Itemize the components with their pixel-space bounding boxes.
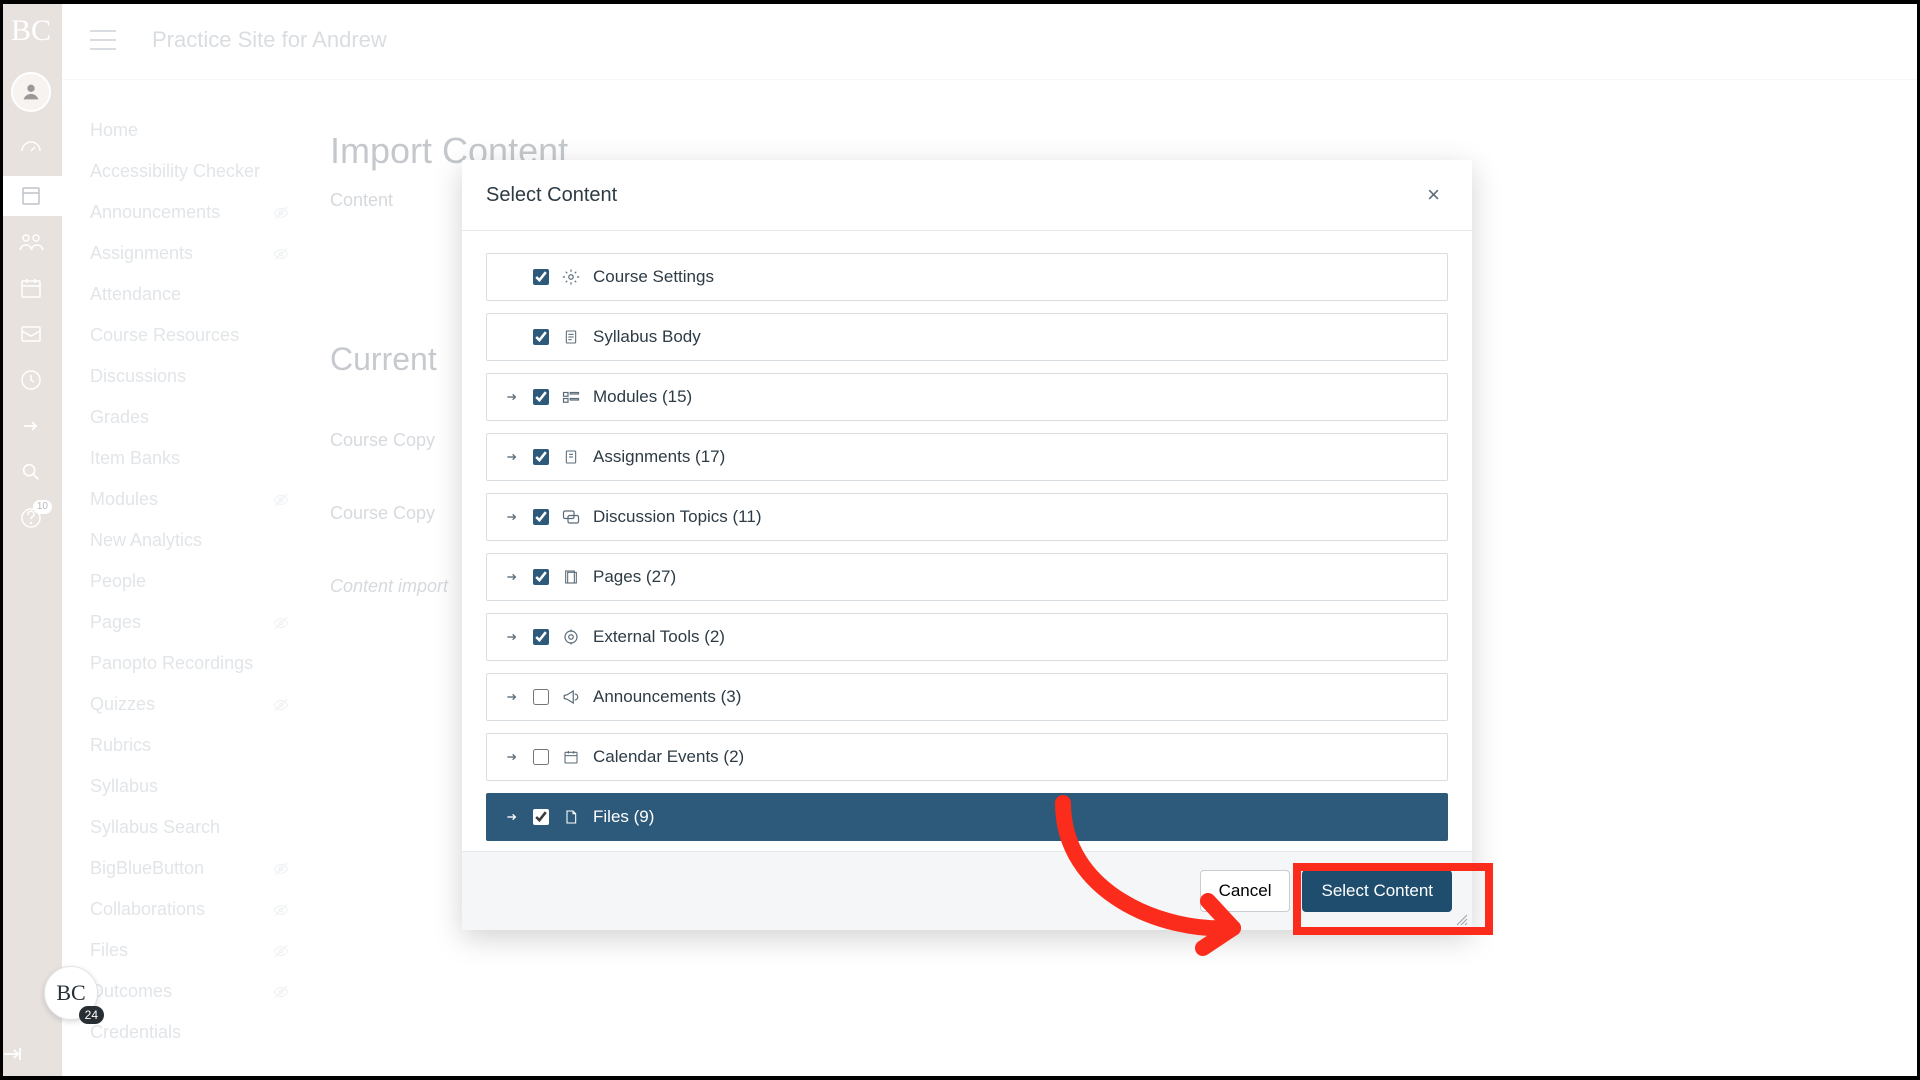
content-row[interactable]: Files (9): [486, 793, 1448, 841]
cancel-button[interactable]: Cancel: [1200, 870, 1291, 912]
content-row[interactable]: Modules (15): [486, 373, 1448, 421]
content-checkbox[interactable]: [533, 449, 549, 465]
content-row[interactable]: Pages (27): [486, 553, 1448, 601]
content-row-label: Modules (15): [593, 387, 692, 407]
content-checkbox[interactable]: [533, 809, 549, 825]
expand-arrow-icon[interactable]: [503, 449, 521, 465]
content-row[interactable]: External Tools (2): [486, 613, 1448, 661]
content-checkbox[interactable]: [533, 269, 549, 285]
content-checkbox[interactable]: [533, 509, 549, 525]
content-row-label: Assignments (17): [593, 447, 725, 467]
gear-icon: [561, 268, 581, 286]
resize-handle-icon[interactable]: [1454, 912, 1468, 926]
file-icon: [561, 808, 581, 826]
content-checkbox[interactable]: [533, 569, 549, 585]
expand-arrow-icon[interactable]: [503, 749, 521, 765]
expand-arrow-icon[interactable]: [503, 389, 521, 405]
expand-arrow-icon[interactable]: [503, 689, 521, 705]
select-content-button[interactable]: Select Content: [1302, 870, 1452, 912]
assign-icon: [561, 448, 581, 466]
content-row-label: Discussion Topics (11): [593, 507, 762, 527]
module-icon: [561, 389, 581, 405]
content-row[interactable]: Course Settings: [486, 253, 1448, 301]
content-checkbox[interactable]: [533, 389, 549, 405]
content-row-label: Files (9): [593, 807, 654, 827]
tool-icon: [561, 628, 581, 646]
content-row-label: Course Settings: [593, 267, 714, 287]
modal-footer: Cancel Select Content: [462, 851, 1472, 930]
expand-arrow-icon[interactable]: [503, 809, 521, 825]
content-row-label: Calendar Events (2): [593, 747, 744, 767]
floating-help-count: 24: [79, 1006, 104, 1024]
expand-arrow-icon[interactable]: [503, 629, 521, 645]
content-row[interactable]: Syllabus Body: [486, 313, 1448, 361]
content-checkbox[interactable]: [533, 689, 549, 705]
calendar-icon: [561, 748, 581, 766]
close-icon[interactable]: ×: [1419, 180, 1448, 210]
doc-icon: [561, 328, 581, 346]
content-row-label: Announcements (3): [593, 687, 741, 707]
content-row[interactable]: Assignments (17): [486, 433, 1448, 481]
content-row[interactable]: Calendar Events (2): [486, 733, 1448, 781]
modal-header: Select Content ×: [462, 160, 1472, 231]
modal-title: Select Content: [486, 184, 617, 207]
content-row[interactable]: Announcements (3): [486, 673, 1448, 721]
expand-arrow-icon[interactable]: [503, 509, 521, 525]
select-content-modal: Select Content × Course Settings Syllabus…: [462, 160, 1472, 930]
announce-icon: [561, 689, 581, 705]
page-icon: [561, 568, 581, 586]
content-row-label: Pages (27): [593, 567, 676, 587]
discuss-icon: [561, 509, 581, 525]
content-row-label: External Tools (2): [593, 627, 725, 647]
content-checkbox[interactable]: [533, 749, 549, 765]
modal-body: Course Settings Syllabus Body Modules (15)…: [462, 231, 1472, 851]
content-row-label: Syllabus Body: [593, 327, 701, 347]
content-checkbox[interactable]: [533, 629, 549, 645]
content-checkbox[interactable]: [533, 329, 549, 345]
content-row[interactable]: Discussion Topics (11): [486, 493, 1448, 541]
expand-arrow-icon[interactable]: [503, 569, 521, 585]
floating-help-badge[interactable]: BC 24: [44, 966, 98, 1020]
